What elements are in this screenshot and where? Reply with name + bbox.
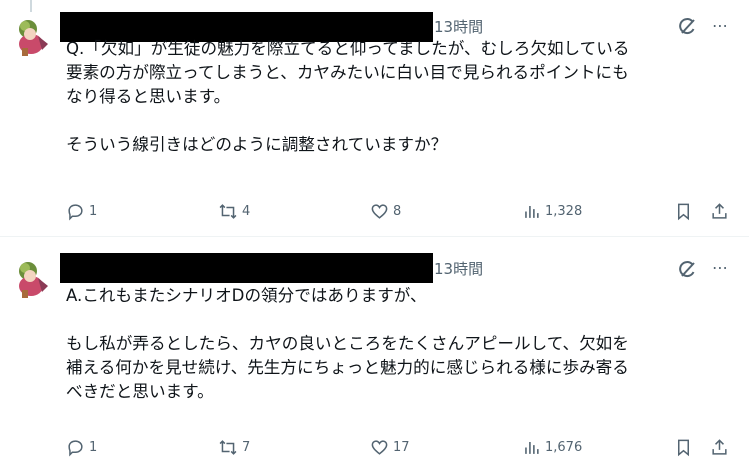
action-bar: 1 7 17 1,676 (0, 435, 749, 459)
repost-count: 4 (242, 203, 251, 219)
reply-count: 1 (89, 439, 98, 455)
thread-line (30, 0, 32, 12)
user-avatar[interactable] (8, 14, 54, 60)
user-avatar[interactable] (8, 256, 54, 302)
post-text-line: べきだと思います。 (66, 382, 214, 401)
repost-icon (219, 203, 237, 219)
bookmark-icon (677, 203, 690, 220)
more-options-icon[interactable]: ⋯ (712, 16, 729, 35)
bookmark-button[interactable] (674, 199, 693, 223)
post-text: Q.「欠如」が生徒の魅力を際立てると仰ってましたが、むしろ欠如している 要素の方… (66, 37, 742, 157)
post-text-blank (66, 109, 742, 133)
bookmark-icon (677, 439, 690, 456)
views-button[interactable]: 1,676 (522, 435, 582, 459)
views-icon (525, 205, 539, 218)
post-time[interactable]: 13時間 (434, 258, 483, 279)
repost-count: 7 (242, 439, 251, 455)
post-text-blank (66, 308, 742, 332)
action-bar: 1 4 8 1,328 (0, 199, 749, 223)
reply-button[interactable]: 1 (66, 199, 97, 223)
bookmark-button[interactable] (674, 435, 693, 459)
share-button[interactable] (710, 199, 729, 223)
redacted-username (60, 253, 433, 283)
repost-button[interactable]: 4 (218, 199, 250, 223)
like-count: 8 (393, 203, 402, 219)
views-icon (525, 441, 539, 454)
grok-icon[interactable] (676, 259, 698, 281)
like-count: 17 (393, 439, 410, 455)
post-time[interactable]: 13時間 (434, 16, 483, 37)
view-count: 1,328 (545, 203, 583, 219)
post-text-line: 補える何かを見せ続け、先生方にちょっと魅力的に感じられる様に歩み寄る (66, 358, 629, 377)
reply-icon (68, 439, 83, 456)
post-1[interactable]: 13時間 ⋯ Q.「欠如」が生徒の魅力を際立てると仰ってましたが、むしろ欠如して… (0, 0, 749, 237)
post-text-line: そういう線引きはどのように調整されていますか？ (66, 135, 448, 154)
post-text-line: Q.「欠如」が生徒の魅力を際立てると仰ってましたが、むしろ欠如している (66, 39, 630, 58)
post-2[interactable]: 13時間 ⋯ A.これもまたシナリオDの領分ではありますが、 もし私が弄るとした… (0, 237, 749, 468)
heart-icon (371, 439, 388, 455)
share-icon (712, 202, 727, 219)
post-text: A.これもまたシナリオDの領分ではありますが、 もし私が弄るとしたら、カヤの良い… (66, 284, 742, 404)
like-button[interactable]: 8 (370, 199, 401, 223)
more-options-icon[interactable]: ⋯ (712, 258, 729, 277)
views-button[interactable]: 1,328 (522, 199, 582, 223)
reply-count: 1 (89, 203, 98, 219)
post-text-line: A.これもまたシナリオDの領分ではありますが、 (66, 286, 427, 305)
repost-button[interactable]: 7 (218, 435, 250, 459)
heart-icon (371, 203, 388, 219)
post-text-line: 要素の方が際立ってしまうと、カヤみたいに白い目で見られるポイントにも (66, 63, 629, 82)
post-text-line: なり得ると思います。 (66, 87, 231, 106)
share-icon (712, 438, 727, 455)
reply-button[interactable]: 1 (66, 435, 97, 459)
grok-icon[interactable] (676, 16, 698, 38)
reply-icon (68, 203, 83, 220)
like-button[interactable]: 17 (370, 435, 410, 459)
repost-icon (219, 439, 237, 455)
view-count: 1,676 (545, 439, 583, 455)
post-text-line: もし私が弄るとしたら、カヤの良いところをたくさんアピールして、欠如を (66, 334, 629, 353)
share-button[interactable] (710, 435, 729, 459)
